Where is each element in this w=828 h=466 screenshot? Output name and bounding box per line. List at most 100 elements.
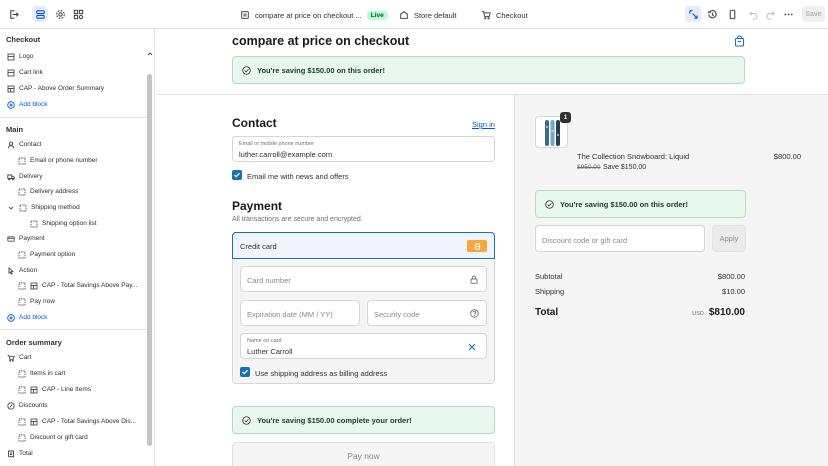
more-icon[interactable] [780, 6, 796, 22]
sidebar-item-label: CAP - Total Savings Above Pay... [42, 282, 138, 289]
exit-icon[interactable] [5, 6, 21, 22]
sidebar-item-cap-line-items[interactable]: CAP - Line Items [18, 384, 91, 395]
order-summary: 1 The Collection Snowboard: Liquid $950.… [514, 95, 828, 466]
scroll-up-icon[interactable] [147, 51, 153, 57]
security-code-placeholder: Security code [374, 310, 420, 319]
email-label: Email or mobile phone number [239, 141, 314, 147]
template-selector[interactable]: Checkout [481, 9, 528, 21]
sidebar-item-label: Discount or gift card [30, 434, 88, 441]
sidebar-item-label: Action [19, 267, 38, 274]
sections-icon[interactable] [32, 6, 48, 22]
savings-banner-summary: You're saving $150.00 on this order! [535, 190, 746, 218]
gear-icon[interactable] [52, 6, 68, 22]
add-block-checkout[interactable]: Add block [7, 99, 48, 110]
sidebar-checkout-header: Checkout [6, 35, 41, 44]
app-block-icon [7, 85, 15, 92]
sidebar-item-shipping-method[interactable]: Shipping method [7, 202, 80, 213]
sidebar-item-total[interactable]: Total [7, 448, 33, 459]
sidebar-item-label: Email or phone number [30, 157, 98, 164]
sidebar-item-email-field[interactable]: Email or phone number [18, 155, 98, 166]
redo-icon[interactable] [762, 6, 778, 22]
editor-top-bar: compare at price on checkout ... Live St… [0, 0, 828, 29]
sidebar-item-payment[interactable]: Payment [7, 233, 45, 244]
theme-selector[interactable]: Store default [399, 9, 457, 21]
sidebar-item-shipping-option-list[interactable]: Shipping option list [30, 218, 97, 229]
field-icon [18, 188, 26, 195]
page-title: compare at price on checkout [232, 34, 410, 48]
sidebar-item-action[interactable]: Action [7, 265, 37, 276]
sidebar-item-pay-now[interactable]: Pay now [18, 296, 55, 307]
sidebar-item-cap-payment[interactable]: CAP - Total Savings Above Pay... [18, 280, 137, 291]
bag-icon[interactable] [734, 35, 745, 47]
credit-card-label: Credit card [240, 242, 277, 251]
question-icon[interactable] [470, 309, 479, 318]
field-icon [18, 298, 26, 305]
lock-icon [470, 275, 478, 284]
sidebar-item-label: Logo [19, 53, 34, 60]
credit-card-option[interactable]: Credit card [232, 232, 495, 259]
add-block-main[interactable]: Add block [7, 312, 48, 323]
card-brand-icon [467, 240, 487, 252]
name-on-card-field[interactable]: Name on card Luther Carroll [240, 333, 487, 359]
email-field[interactable]: Email or mobile phone number luther.carr… [232, 136, 495, 162]
plus-circle-icon [7, 100, 15, 109]
field-icon [18, 434, 26, 441]
sidebar-item-discount-code[interactable]: Discount or gift card [18, 432, 88, 443]
expiry-placeholder: Expiration date (MM / YY) [247, 310, 333, 319]
check-circle-icon [545, 199, 554, 209]
card-number-field[interactable]: Card number [240, 266, 487, 292]
billing-checkbox[interactable] [240, 367, 250, 377]
currency-code: USD [692, 311, 704, 317]
undo-icon[interactable] [745, 6, 761, 22]
sidebar-item-delivery[interactable]: Delivery [7, 171, 42, 182]
close-icon[interactable] [468, 343, 476, 351]
sidebar-item-label: Shipping option list [42, 220, 97, 227]
sidebar-item-contact[interactable]: Contact [7, 139, 41, 150]
sidebar-item-cart[interactable]: Cart [7, 352, 31, 363]
receipt-icon [8, 450, 14, 458]
sidebar-item-items-in-cart[interactable]: Items in cart [18, 368, 65, 379]
field-icon [18, 282, 26, 289]
history-icon[interactable] [704, 6, 720, 22]
sidebar-item-delivery-address[interactable]: Delivery address [18, 186, 78, 197]
sidebar-item-label: Cart [19, 354, 32, 361]
sidebar-item-label: Total [19, 450, 33, 457]
sidebar-item-label: Items in cart [30, 370, 66, 377]
sidebar-item-discounts[interactable]: Discounts [7, 400, 48, 411]
sidebar-item-cart-link[interactable]: Cart link [7, 67, 43, 78]
card-number-placeholder: Card number [247, 276, 291, 285]
sidebar-item-payment-option[interactable]: Payment option [18, 249, 75, 260]
payment-title: Payment [232, 199, 283, 213]
theme-name: Store default [414, 10, 457, 20]
sign-in-link[interactable]: Sign in [472, 120, 495, 129]
checkout-preview: compare at price on checkout You're savi… [156, 29, 828, 466]
inspector-icon[interactable] [685, 6, 701, 22]
field-icon [18, 251, 26, 258]
apply-button[interactable]: Apply [712, 225, 746, 252]
pay-now-button[interactable]: Pay now [232, 442, 495, 466]
save-amount: Save $150.00 [603, 164, 647, 171]
apps-icon[interactable] [70, 6, 86, 22]
check-circle-icon [242, 65, 251, 75]
mobile-icon[interactable] [724, 6, 740, 22]
save-button[interactable]: Save [802, 6, 825, 22]
banner-text: You're saving $150.00 complete your orde… [257, 415, 412, 425]
field-icon [18, 418, 26, 425]
discount-code-input[interactable]: Discount code or gift card [535, 225, 705, 252]
truck-icon [7, 174, 15, 180]
security-code-field[interactable]: Security code [367, 300, 487, 326]
sidebar-item-cap-discounts[interactable]: CAP - Total Savings Above Dis... [18, 416, 136, 427]
sidebar-item-logo[interactable]: Logo [7, 51, 33, 62]
chevron-down-icon[interactable] [7, 204, 15, 212]
expiry-field[interactable]: Expiration date (MM / YY) [240, 300, 360, 326]
sidebar-scrollbar[interactable] [147, 74, 152, 446]
checkout-header: compare at price on checkout You're savi… [156, 29, 828, 95]
news-checkbox[interactable] [232, 170, 242, 180]
total-label: Total [535, 307, 559, 318]
subtotal-label: Subtotal [535, 272, 563, 281]
sidebar-item-label: Contact [19, 141, 42, 148]
field-icon [30, 220, 38, 227]
field-icon [18, 386, 26, 393]
page-selector[interactable]: compare at price on checkout ... Live [240, 9, 388, 21]
sidebar-item-cap-above-summary[interactable]: CAP - Above Order Summary [7, 83, 104, 94]
